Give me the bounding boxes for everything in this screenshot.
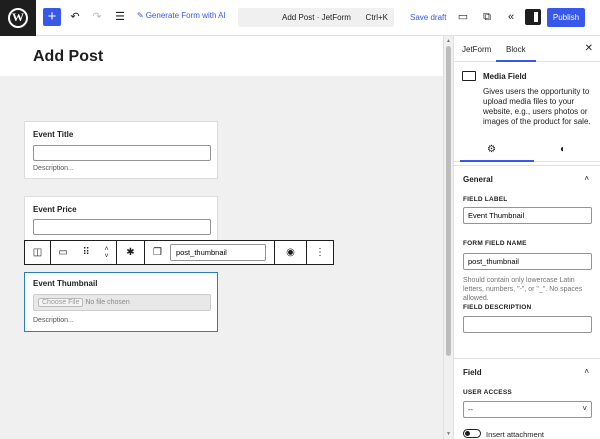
more-options-button[interactable]: ⋮ bbox=[307, 241, 333, 264]
asterisk-icon: ✱ bbox=[126, 247, 135, 258]
plus-icon: + bbox=[47, 8, 57, 25]
chevron-down-icon[interactable]: ˅ bbox=[105, 253, 109, 260]
editor-canvas: Add Post Event Title Description... Even… bbox=[0, 36, 443, 439]
field-label: Event Title bbox=[33, 130, 74, 139]
file-input[interactable]: Choose File No file chosen bbox=[33, 294, 211, 311]
field-description-label: FIELD DESCRIPTION bbox=[463, 304, 532, 311]
tab-jetform[interactable]: JetForm bbox=[462, 45, 491, 54]
generate-form-label: Generate Form with AI bbox=[145, 11, 226, 20]
wordpress-icon: W bbox=[8, 7, 28, 28]
field-label: Event Price bbox=[33, 205, 77, 214]
field-block-event-title[interactable]: Event Title Description... bbox=[24, 121, 218, 179]
field-description-input[interactable] bbox=[463, 316, 592, 333]
media-field-icon[interactable]: ▭ bbox=[58, 247, 67, 258]
contrast-icon[interactable]: ◐ bbox=[560, 144, 566, 155]
form-field-name-input[interactable] bbox=[463, 253, 592, 270]
save-draft-button[interactable]: Save draft bbox=[410, 13, 446, 22]
settings-sidebar: JetForm Block ✕ Media Field Gives users … bbox=[453, 36, 600, 439]
tab-block[interactable]: Block bbox=[496, 45, 535, 62]
choose-file-button[interactable]: Choose File bbox=[38, 298, 84, 307]
inspector-tabs: ⚙ ◐ bbox=[454, 138, 600, 162]
field-label-label: FIELD LABEL bbox=[463, 196, 508, 203]
document-title: Add Post · JetForm bbox=[282, 13, 351, 22]
canvas-scrollbar[interactable]: ▲ ▼ bbox=[443, 36, 453, 439]
block-name: Media Field bbox=[483, 72, 527, 81]
desktop-icon[interactable]: ▭ bbox=[456, 9, 470, 25]
block-toolbar: ◫ ▭ ⠿ ˄˅ ✱ ❐ ◉ ⋮ bbox=[24, 240, 334, 265]
sidebar-icon[interactable] bbox=[525, 9, 541, 25]
field-panel-header[interactable]: Field ˄ bbox=[454, 358, 600, 384]
sidebar-tabs: JetForm Block ✕ bbox=[454, 36, 600, 62]
field-block-event-thumbnail[interactable]: Event Thumbnail Choose File No file chose… bbox=[24, 272, 218, 332]
scroll-thumb[interactable] bbox=[446, 46, 451, 356]
chevron-up-icon[interactable]: ˄ bbox=[105, 246, 109, 253]
parent-block-button[interactable]: ◫ bbox=[25, 241, 51, 264]
insert-attachment-label: Insert attachment bbox=[486, 430, 544, 439]
field-description: Description... bbox=[33, 317, 74, 324]
field-name-group: ❐ bbox=[145, 241, 275, 264]
chevrons-left-icon[interactable]: « bbox=[504, 9, 518, 25]
chevron-up-icon: ˄ bbox=[584, 367, 589, 376]
title-area: Add Post bbox=[0, 36, 443, 76]
field-description: Description... bbox=[33, 165, 74, 172]
field-name-help: Should contain only lowercase Latin lett… bbox=[463, 277, 583, 302]
user-access-select[interactable]: -- ˅ bbox=[463, 401, 592, 418]
command-shortcut: Ctrl+K bbox=[365, 13, 388, 22]
field-label: Event Thumbnail bbox=[33, 279, 98, 288]
user-access-label: USER ACCESS bbox=[463, 389, 512, 396]
form-field-name-label: FORM FIELD NAME bbox=[463, 240, 527, 247]
field-label-input[interactable] bbox=[463, 207, 592, 224]
list-view-icon[interactable]: ☰ bbox=[113, 9, 127, 25]
chevron-up-icon: ˄ bbox=[584, 174, 589, 183]
wordpress-logo[interactable]: W bbox=[0, 0, 36, 36]
gear-icon[interactable]: ⚙ bbox=[460, 144, 534, 162]
drag-handle-icon[interactable]: ⠿ bbox=[83, 247, 90, 258]
undo-icon[interactable]: ↶ bbox=[68, 9, 82, 25]
field-name-input[interactable] bbox=[169, 244, 266, 261]
document-bar[interactable]: Add Post · JetForm Ctrl+K bbox=[238, 8, 394, 27]
panel-title: Field bbox=[463, 368, 482, 377]
external-link-icon[interactable]: ⧉ bbox=[480, 9, 494, 25]
publish-button[interactable]: Publish bbox=[547, 8, 585, 27]
copy-icon[interactable]: ❐ bbox=[153, 247, 162, 258]
top-toolbar: W + ↶ ↷ ☰ ✎ Generate Form with AI Add Pos… bbox=[0, 0, 600, 36]
more-vertical-icon: ⋮ bbox=[315, 247, 325, 258]
block-mover-group: ▭ ⠿ ˄ ˅ bbox=[51, 241, 117, 264]
columns-icon: ◫ bbox=[32, 247, 43, 258]
visibility-button[interactable]: ◉ bbox=[275, 241, 307, 264]
add-block-button[interactable]: + bbox=[43, 8, 61, 26]
move-arrows[interactable]: ˄ ˅ bbox=[105, 246, 109, 260]
generate-form-ai-button[interactable]: ✎ Generate Form with AI bbox=[137, 11, 226, 20]
chevron-down-icon: ˅ bbox=[582, 404, 587, 413]
text-input[interactable] bbox=[33, 145, 211, 161]
page-title[interactable]: Add Post bbox=[33, 48, 103, 66]
eye-icon: ◉ bbox=[286, 247, 295, 258]
user-access-value: -- bbox=[468, 405, 473, 414]
panel-title: General bbox=[463, 175, 493, 184]
required-toggle-button[interactable]: ✱ bbox=[117, 241, 145, 264]
field-block-event-price[interactable]: Event Price bbox=[24, 196, 218, 246]
insert-attachment-toggle[interactable] bbox=[463, 429, 481, 438]
number-input[interactable] bbox=[33, 219, 211, 235]
sparkle-icon: ✎ bbox=[137, 11, 144, 20]
block-description: Gives users the opportunity to upload me… bbox=[483, 87, 591, 126]
scroll-down-icon[interactable]: ▼ bbox=[446, 431, 451, 437]
scroll-up-icon[interactable]: ▲ bbox=[446, 38, 451, 44]
general-panel-header[interactable]: General ˄ bbox=[454, 165, 600, 191]
close-icon[interactable]: ✕ bbox=[585, 43, 593, 54]
media-field-icon bbox=[462, 71, 476, 81]
no-file-text: No file chosen bbox=[85, 299, 130, 306]
redo-icon[interactable]: ↷ bbox=[90, 9, 104, 25]
